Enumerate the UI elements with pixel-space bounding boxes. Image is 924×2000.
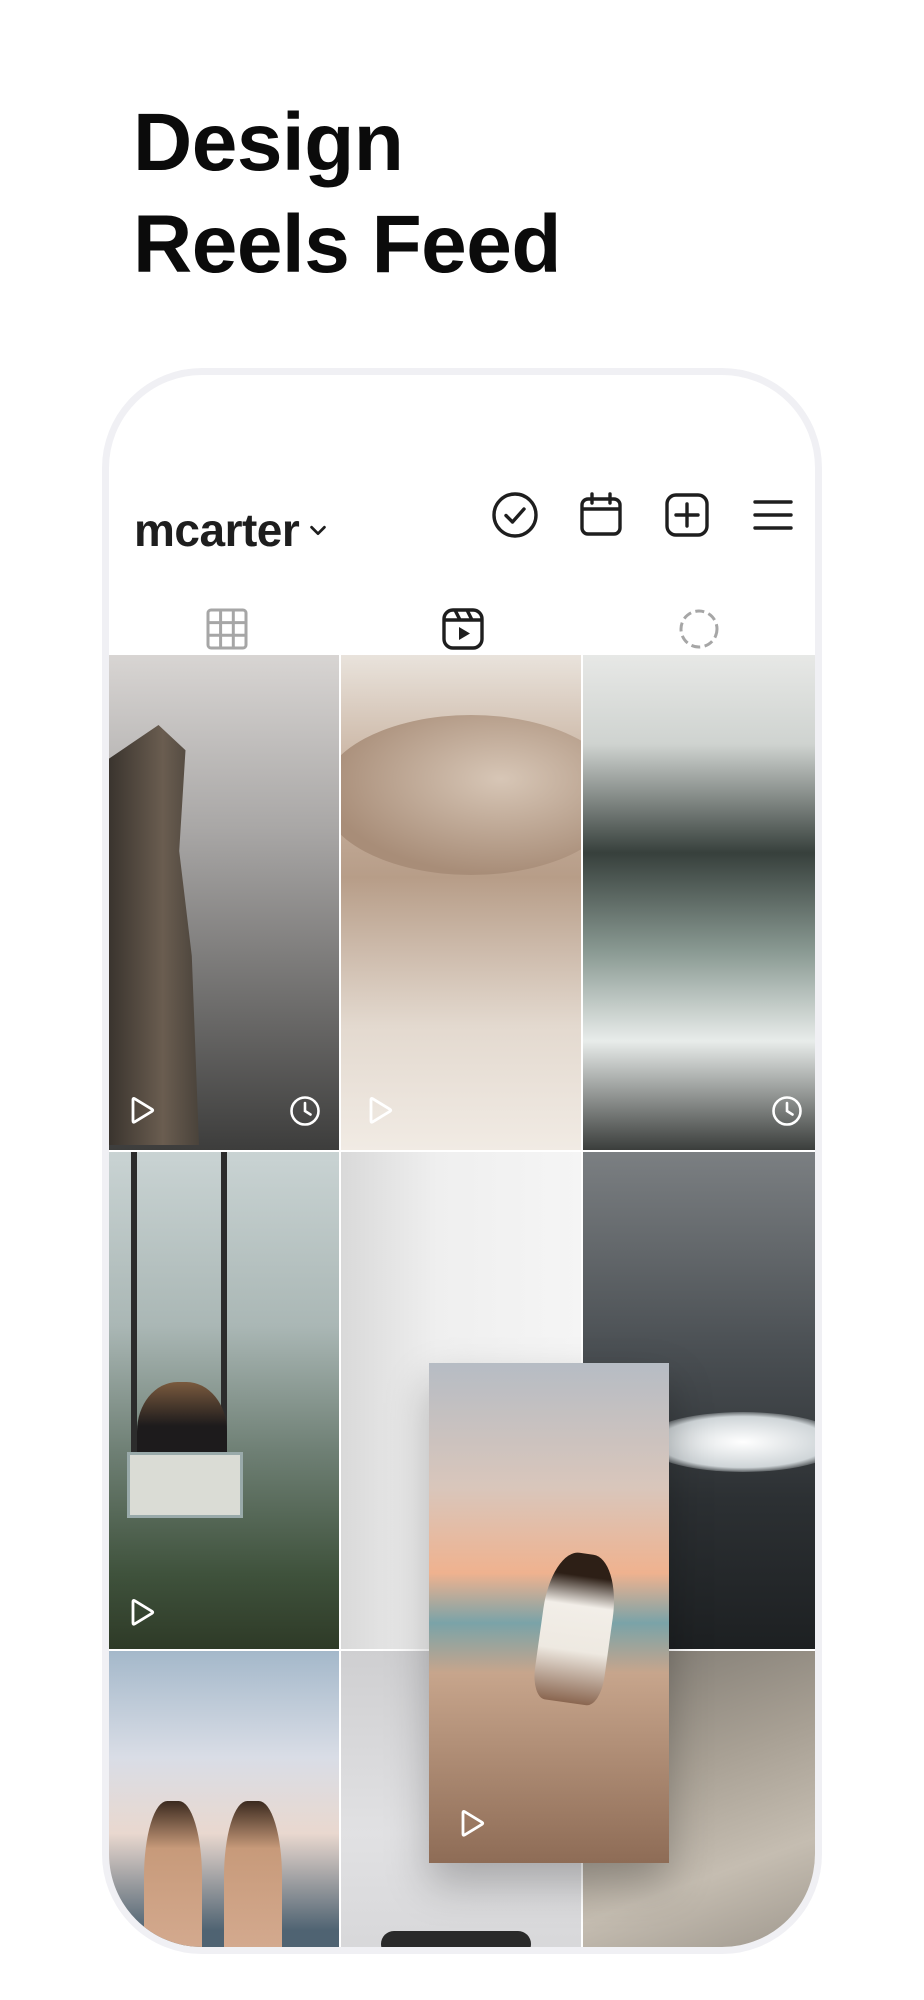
- add-square-icon[interactable]: [663, 491, 711, 539]
- phone-frame: mcarter: [102, 368, 822, 1954]
- calendar-icon[interactable]: [577, 491, 625, 539]
- play-icon: [125, 1597, 157, 1629]
- play-icon: [455, 1808, 487, 1840]
- clock-icon: [771, 1095, 803, 1127]
- check-circle-icon[interactable]: [491, 491, 539, 539]
- dragged-reel-tile[interactable]: [429, 1363, 669, 1863]
- grid-icon: [206, 608, 248, 650]
- headline: Design Reels Feed: [133, 92, 561, 296]
- header-actions: [491, 491, 797, 539]
- chevron-down-icon: [310, 525, 327, 536]
- menu-icon[interactable]: [749, 491, 797, 539]
- play-icon: [125, 1095, 157, 1127]
- account-switcher[interactable]: mcarter: [134, 503, 329, 557]
- profile-header: mcarter: [109, 475, 815, 580]
- clock-icon: [289, 1095, 321, 1127]
- play-icon: [363, 1095, 395, 1127]
- reel-tile[interactable]: [109, 655, 339, 1150]
- loading-circle-icon: [679, 609, 719, 649]
- headline-line-1: Design: [133, 97, 404, 188]
- reels-icon: [442, 608, 484, 650]
- username: mcarter: [134, 504, 300, 556]
- reel-tile[interactable]: [583, 655, 815, 1150]
- reels-grid: [109, 655, 815, 1947]
- headline-line-2: Reels Feed: [133, 199, 561, 290]
- reel-tile[interactable]: [109, 1651, 339, 1947]
- reel-tile[interactable]: [341, 655, 581, 1150]
- reel-tile[interactable]: [109, 1152, 339, 1649]
